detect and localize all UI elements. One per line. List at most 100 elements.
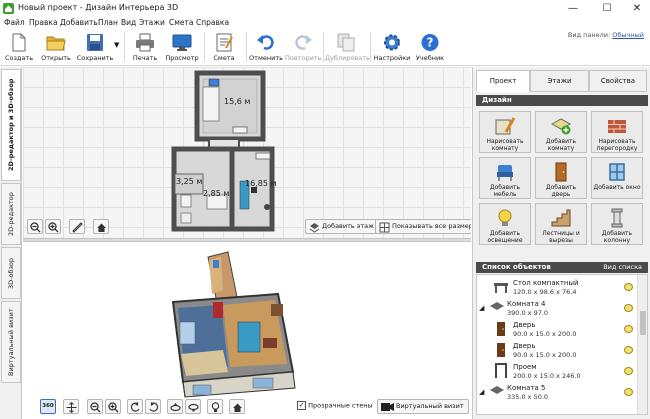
minimize-button[interactable]: — (562, 2, 584, 15)
preview-button[interactable]: Просмотр (164, 29, 200, 65)
visibility-eye-icon[interactable] (624, 325, 633, 333)
tab-properties[interactable]: Свойства (589, 70, 647, 92)
scrollbar-thumb[interactable] (640, 311, 646, 335)
open-button[interactable]: Открыть (38, 29, 74, 65)
room-area-label: 15,6 м (224, 97, 251, 106)
panel-view-selector[interactable]: Вид панели: Обычный (568, 31, 644, 39)
pan-icon (66, 402, 76, 413)
draw-room-icon (495, 117, 516, 135)
add-room-button[interactable]: Добавить комнату (535, 111, 587, 153)
list-item[interactable]: ◢ Комната 4 390.0 x 97.0 (477, 298, 635, 319)
room-icon (489, 384, 505, 400)
stairs-button[interactable]: Лестницы и вырезы (535, 203, 587, 245)
tab-virtual-visit[interactable]: Виртуальный визит (1, 301, 21, 383)
tilt-up-button[interactable] (167, 399, 183, 414)
zoom-out-3d-button[interactable] (87, 399, 103, 414)
print-button[interactable]: Печать (128, 29, 162, 65)
menu-floors[interactable]: Этажи (139, 17, 165, 29)
list-item[interactable]: Дверь 90.0 x 15.0 x 200.0 (477, 340, 635, 361)
visibility-eye-icon[interactable] (624, 304, 633, 312)
help-icon: ? (421, 34, 439, 51)
menu-estimate[interactable]: Смета (169, 17, 193, 29)
add-furniture-button[interactable]: Добавить мебель (479, 157, 531, 199)
redo-icon (295, 35, 312, 50)
zoom-in-3d-button[interactable] (105, 399, 121, 414)
svg-text:?: ? (427, 36, 434, 50)
show-sizes-button[interactable]: Показывать все размеры (375, 219, 471, 234)
draw-partition-button[interactable]: Нарисовать перегородку (591, 111, 643, 153)
menu-help[interactable]: Справка (196, 17, 229, 29)
lighting-button[interactable] (207, 399, 223, 414)
menu-edit[interactable]: Правка (29, 17, 58, 29)
printer-icon (136, 33, 154, 52)
visibility-eye-icon[interactable] (624, 388, 633, 396)
redo-button[interactable]: Повторить (285, 29, 321, 65)
virtual-visit-button[interactable]: Виртуальный визит (377, 399, 469, 414)
collapse-arrow-icon[interactable]: ◢ (479, 388, 484, 396)
add-window-button[interactable]: Добавить окно (591, 157, 643, 199)
add-floor-button[interactable]: Добавить этаж (305, 219, 379, 234)
estimate-button[interactable]: Смета (208, 29, 240, 65)
create-button[interactable]: Создать (2, 29, 36, 65)
list-item[interactable]: Дверь 90.0 x 15.0 x 200.0 (477, 319, 635, 340)
add-column-button[interactable]: Добавить колонну (591, 203, 643, 245)
measure-button[interactable] (69, 219, 85, 234)
orbit-left-icon (130, 402, 140, 412)
orbit-left-button[interactable] (127, 399, 143, 414)
maximize-button[interactable]: ☐ (596, 2, 618, 15)
list-item[interactable]: Стол компактный 120.0 x 98.6 x 76.4 (477, 277, 635, 298)
add-floor-icon (309, 223, 320, 233)
add-lighting-button[interactable]: Добавить освещение (479, 203, 531, 245)
view-3d-canvas[interactable]: 360 ✓ Прозрачные стены Виртуальный визит (23, 242, 471, 419)
tab-3d-view[interactable]: 3D-обзор (1, 247, 21, 299)
tab-2d-editor[interactable]: 2D-редактор (1, 183, 21, 245)
room-icon (489, 300, 505, 316)
home-3d-button[interactable] (229, 399, 245, 414)
floppy-icon (87, 34, 103, 51)
camera-icon (381, 403, 394, 411)
new-file-icon (12, 33, 26, 52)
close-button[interactable]: ✕ (626, 2, 648, 15)
tutorial-button[interactable]: ? Учебник (414, 29, 446, 65)
objects-list-scrollbar[interactable] (637, 275, 647, 414)
save-dropdown-arrow-icon[interactable]: ▼ (114, 41, 119, 49)
toolbar-separator (124, 32, 125, 62)
orbit-right-button[interactable] (145, 399, 161, 414)
undo-button[interactable]: Отменить (249, 29, 283, 65)
visibility-eye-icon[interactable] (624, 346, 633, 354)
menu-plan[interactable]: План (98, 17, 118, 29)
visibility-eye-icon[interactable] (624, 283, 633, 291)
save-button[interactable]: Сохранить (76, 29, 114, 65)
add-window-icon (609, 163, 625, 181)
tab-2d-3d[interactable]: 2D-редактор и 3D-обзор (1, 69, 21, 181)
pan-button[interactable] (63, 399, 79, 414)
collapse-arrow-icon[interactable]: ◢ (479, 304, 484, 312)
objects-list[interactable]: Стол компактный 120.0 x 98.6 x 76.4 ◢ Ко… (476, 274, 648, 415)
add-door-button[interactable]: Добавить дверь (535, 157, 587, 199)
zoom-in-button[interactable] (45, 219, 61, 234)
tab-floors[interactable]: Этажи (530, 70, 589, 92)
tilt-down-button[interactable] (185, 399, 201, 414)
panel-view-value[interactable]: Обычный (612, 31, 644, 39)
list-item[interactable]: Проем 200.0 x 15.0 x 246.0 (477, 361, 635, 382)
settings-button[interactable]: Настройки (373, 29, 411, 65)
home-view-button[interactable] (93, 219, 109, 234)
visibility-eye-icon[interactable] (624, 367, 633, 375)
draw-room-button[interactable]: Нарисовать комнату (479, 111, 531, 153)
add-room-icon (550, 118, 572, 135)
list-view-link[interactable]: Вид списка (603, 262, 642, 273)
transparent-walls-checkbox[interactable]: ✓ (297, 401, 306, 410)
menu-add[interactable]: Добавить (60, 17, 98, 29)
list-item[interactable]: ◢ Комната 5 335.0 x 50.0 (477, 382, 635, 403)
transparent-walls-option[interactable]: ✓ Прозрачные стены (297, 401, 373, 413)
draw-partition-icon (608, 120, 626, 133)
plan-2d-canvas[interactable]: 15,6 м 3,25 м 16,85 м 2,85 м Добавить эт… (23, 67, 471, 238)
toolbar-separator (204, 32, 205, 62)
menu-view[interactable]: Вид (121, 17, 136, 29)
menu-file[interactable]: Файл (4, 17, 25, 29)
tab-project[interactable]: Проект (476, 70, 530, 92)
rotate-360-button[interactable]: 360 (40, 399, 56, 414)
duplicate-button[interactable]: Дублировать (325, 29, 370, 65)
zoom-out-button[interactable] (27, 219, 43, 234)
folder-icon (46, 36, 66, 51)
